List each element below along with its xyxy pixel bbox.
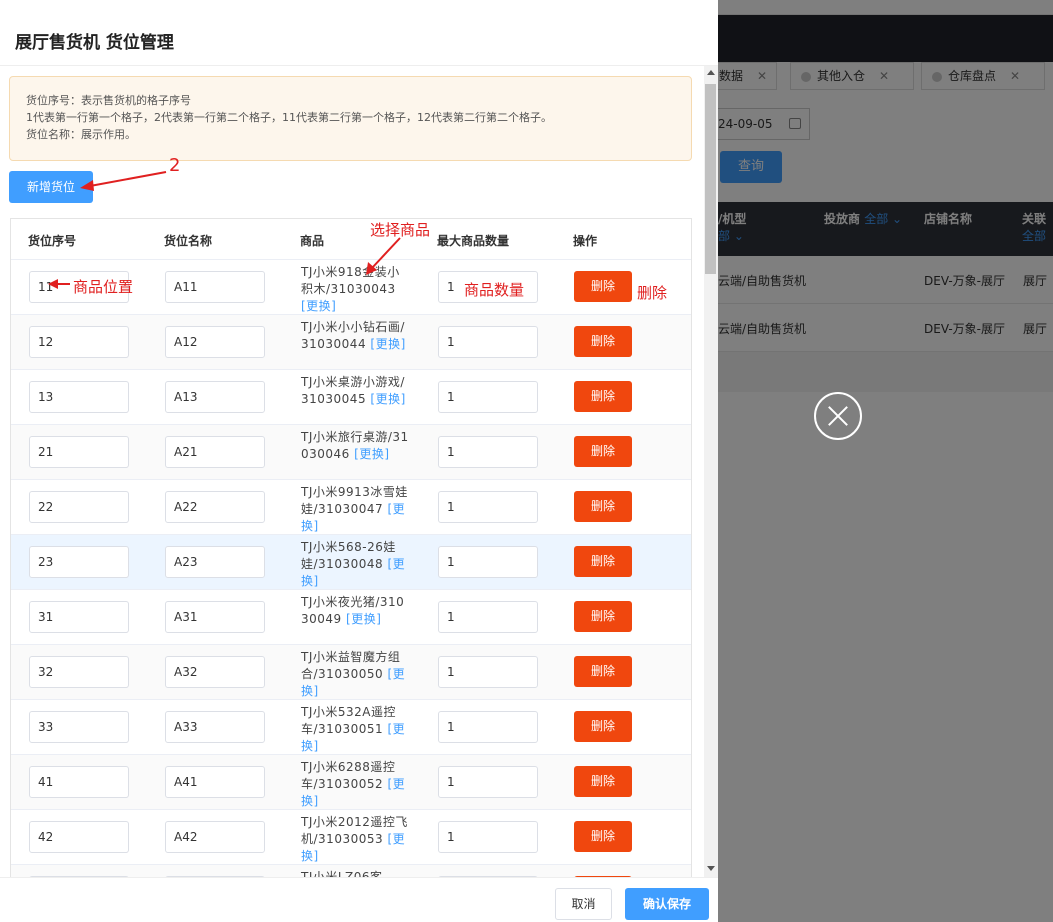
product-cell: TJ小米LZ06客 <box>301 870 383 877</box>
product-cell: TJ小米旅行桌游/31030046 [更换] <box>301 430 409 461</box>
table-row: 41 A41 TJ小米6288遥控车/31030052 [更换] 1 删除 <box>11 755 691 810</box>
slot-seq-input[interactable]: 32 <box>29 656 129 688</box>
annotation-delete: 删除 <box>637 284 668 302</box>
table-row: 32 A32 TJ小米益智魔方组合/31030050 [更换] 1 删除 <box>11 645 691 700</box>
table-row: 12 A12 TJ小米小小钻石画/31030044 [更换] 1 删除 <box>11 315 691 370</box>
product-cell: TJ小米532A遥控车/31030051 [更换] <box>301 705 406 753</box>
table-row: 31 A31 TJ小米夜光猪/31030049 [更换] 1 删除 <box>11 590 691 645</box>
delete-slot-button[interactable]: 删除 <box>574 711 632 742</box>
table-row: 22 A22 TJ小米9913冰雪娃娃/31030047 [更换] 1 删除 <box>11 480 691 535</box>
slot-name-input[interactable]: A42 <box>165 821 265 853</box>
delete-slot-button[interactable]: 删除 <box>574 271 632 302</box>
delete-slot-button[interactable]: 删除 <box>574 381 632 412</box>
slot-name-input[interactable]: A22 <box>165 491 265 523</box>
table-row: 33 A33 TJ小米532A遥控车/31030051 [更换] 1 删除 <box>11 700 691 755</box>
table-row: 42 A42 TJ小米2012遥控飞机/31030053 [更换] 1 删除 <box>11 810 691 865</box>
slot-name-input[interactable]: A21 <box>165 436 265 468</box>
delete-slot-button[interactable]: 删除 <box>574 436 632 467</box>
confirm-save-button[interactable]: 确认保存 <box>625 888 709 920</box>
annotation-select-product: 选择商品 <box>370 221 431 239</box>
slot-name-input[interactable]: A23 <box>165 546 265 578</box>
table-row: 21 A21 TJ小米旅行桌游/31030046 [更换] 1 删除 <box>11 425 691 480</box>
drawer-scrollbar[interactable] <box>704 66 718 877</box>
delete-slot-button[interactable]: 删除 <box>574 766 632 797</box>
annotation-step-2: 2 <box>169 155 181 176</box>
slot-management-drawer: 展厅售货机 货位管理 货位序号：表示售货机的格子序号 1代表第一行第一个格子，2… <box>0 0 718 922</box>
drawer-body[interactable]: 货位序号：表示售货机的格子序号 1代表第一行第一个格子，2代表第一行第二个格子，… <box>0 66 704 877</box>
notice-box: 货位序号：表示售货机的格子序号 1代表第一行第一个格子，2代表第一行第二个格子，… <box>9 76 692 161</box>
slot-name-input[interactable]: A31 <box>165 601 265 633</box>
table-header: 货位序号 货位名称 商品 最大商品数量 操作 <box>11 219 691 260</box>
delete-slot-button[interactable]: 删除 <box>574 491 632 522</box>
delete-slot-button[interactable]: 删除 <box>574 656 632 687</box>
drawer-title: 展厅售货机 货位管理 <box>15 33 174 53</box>
product-cell: TJ小米小小钻石画/31030044 [更换] <box>301 320 406 351</box>
slot-seq-input[interactable]: 12 <box>29 326 129 358</box>
delete-slot-button[interactable]: 删除 <box>574 821 632 852</box>
max-quantity-input[interactable]: 1 <box>438 436 538 468</box>
change-product-link[interactable]: [更换] <box>354 447 389 461</box>
delete-slot-button[interactable]: 删除 <box>574 546 632 577</box>
product-cell: TJ小米6288遥控车/31030052 [更换] <box>301 760 406 808</box>
max-quantity-input[interactable]: 1 <box>438 381 538 413</box>
max-quantity-input[interactable]: 1 <box>438 656 538 688</box>
scroll-up-icon[interactable] <box>707 70 715 75</box>
slot-name-input[interactable]: A41 <box>165 766 265 798</box>
product-cell: TJ小米夜光猪/31030049 [更换] <box>301 595 405 626</box>
delete-slot-button[interactable]: 删除 <box>574 326 632 357</box>
table-row: 23 A23 TJ小米568-26娃娃/31030048 [更换] 1 删除 <box>11 535 691 590</box>
change-product-link[interactable]: [更换] <box>370 392 405 406</box>
annotation-product-quantity: 商品数量 <box>464 281 525 299</box>
drawer-footer: 取消 确认保存 <box>0 877 718 922</box>
slot-seq-input[interactable]: 23 <box>29 546 129 578</box>
change-product-link[interactable]: [更换] <box>301 299 336 313</box>
change-product-link[interactable]: [更换] <box>346 612 381 626</box>
add-slot-button[interactable]: 新增货位 <box>9 171 93 203</box>
max-quantity-input[interactable]: 1 <box>438 546 538 578</box>
table-row: 13 A13 TJ小米桌游小游戏/31030045 [更换] 1 删除 <box>11 370 691 425</box>
max-quantity-input[interactable]: 1 <box>438 711 538 743</box>
slot-seq-input[interactable]: 22 <box>29 491 129 523</box>
slot-name-input[interactable]: A11 <box>165 271 265 303</box>
slot-seq-input[interactable]: 33 <box>29 711 129 743</box>
slot-name-input[interactable]: A12 <box>165 326 265 358</box>
slot-seq-input[interactable]: 31 <box>29 601 129 633</box>
max-quantity-input[interactable]: 1 <box>438 491 538 523</box>
slot-table: 货位序号 货位名称 商品 最大商品数量 操作 1 1 A11 TJ小米918金装小积木… <box>10 218 692 877</box>
product-cell: TJ小米桌游小游戏/31030045 [更换] <box>301 375 406 406</box>
slot-name-input[interactable]: A33 <box>165 711 265 743</box>
slot-name-input[interactable]: A13 <box>165 381 265 413</box>
scroll-down-icon[interactable] <box>707 866 715 871</box>
slot-seq-input[interactable]: 13 <box>29 381 129 413</box>
modal-overlay[interactable] <box>718 0 1053 922</box>
max-quantity-input[interactable]: 1 <box>438 766 538 798</box>
delete-slot-button[interactable]: 删除 <box>574 601 632 632</box>
product-cell: TJ小米9913冰雪娃娃/31030047 [更换] <box>301 485 408 533</box>
max-quantity-input[interactable]: 1 <box>438 326 538 358</box>
close-drawer-icon[interactable] <box>814 392 862 440</box>
change-product-link[interactable]: [更换] <box>370 337 405 351</box>
table-row: TJ小米LZ06客 <box>11 865 691 877</box>
slot-name-input[interactable]: A32 <box>165 656 265 688</box>
max-quantity-input[interactable]: 1 <box>438 601 538 633</box>
annotation-product-position: 商品位置 <box>73 278 134 296</box>
max-quantity-input[interactable]: 1 <box>438 821 538 853</box>
product-cell: TJ小米2012遥控飞机/31030053 [更换] <box>301 815 408 863</box>
product-cell: TJ小米益智魔方组合/31030050 [更换] <box>301 650 406 698</box>
slot-seq-input[interactable]: 21 <box>29 436 129 468</box>
cancel-button[interactable]: 取消 <box>555 888 612 920</box>
product-cell: TJ小米568-26娃娃/31030048 [更换] <box>301 540 406 588</box>
scrollbar-thumb[interactable] <box>705 84 716 274</box>
product-cell: TJ小米918金装小积木/31030043 [更换] <box>301 265 400 313</box>
slot-seq-input[interactable]: 41 <box>29 766 129 798</box>
slot-seq-input[interactable]: 42 <box>29 821 129 853</box>
